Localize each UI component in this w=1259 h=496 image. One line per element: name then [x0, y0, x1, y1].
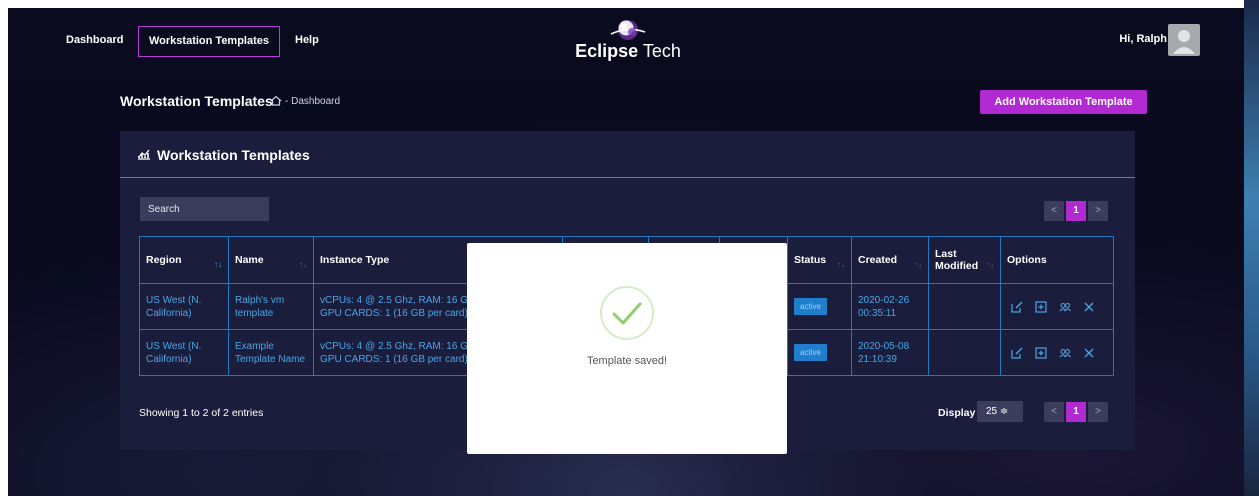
logo-text-rest: Tech — [638, 41, 681, 61]
sort-icon: ↑↓ — [837, 260, 845, 269]
sort-icon: ↑↓ — [914, 260, 922, 269]
breadcrumb: - Dashboard — [270, 95, 340, 107]
created-date: 2020-02-26 — [858, 294, 910, 306]
users-icon[interactable] — [1059, 347, 1071, 359]
header-created[interactable]: Created ↑↓ — [851, 236, 929, 284]
created-time: 00:35:11 — [858, 307, 897, 319]
cell-created: 2020-02-26 00:35:11 — [851, 283, 929, 330]
header-last-modified[interactable]: Last Modified ↑↓ — [928, 236, 1001, 284]
status-badge: active — [794, 344, 827, 361]
header-status[interactable]: Status ↑↓ — [787, 236, 852, 284]
header-region[interactable]: Region ↑↓ — [139, 236, 229, 284]
display-select[interactable]: 25 ≑ — [977, 401, 1023, 422]
status-badge: active — [794, 298, 827, 315]
pagination-top: < 1 > — [1044, 201, 1108, 221]
created-time: 21:10:39 — [858, 353, 897, 365]
success-modal: Template saved! — [467, 243, 787, 454]
logo-text: Eclipse Tech — [563, 41, 693, 62]
cell-options — [1000, 283, 1114, 330]
cell-name[interactable]: Example Template Name — [228, 329, 314, 376]
cell-last-modified — [928, 329, 1001, 376]
pagination-bottom: < 1 > — [1044, 402, 1108, 422]
nav-dashboard[interactable]: Dashboard — [56, 26, 133, 57]
add-workstation-template-button[interactable]: Add Workstation Template — [980, 90, 1147, 114]
prev-page-button[interactable]: < — [1044, 402, 1064, 422]
page-1-button[interactable]: 1 — [1066, 201, 1086, 221]
window-edge-left — [0, 0, 8, 496]
header-region-label: Region — [146, 254, 182, 266]
next-page-button[interactable]: > — [1088, 201, 1108, 221]
cell-region: US West (N. California) — [139, 283, 229, 330]
close-icon[interactable] — [1083, 347, 1095, 359]
header-created-label: Created — [858, 254, 898, 266]
modal-message: Template saved! — [586, 355, 668, 367]
sort-icon: ↑↓ — [299, 260, 307, 269]
header-name-label: Name — [235, 254, 264, 266]
search-input[interactable] — [140, 197, 269, 221]
edit-icon[interactable] — [1011, 301, 1023, 313]
cell-created: 2020-05-08 21:10:39 — [851, 329, 929, 376]
sort-icon: ↑↓ — [214, 260, 222, 269]
page-title: Workstation Templates — [120, 93, 273, 109]
home-icon[interactable] — [270, 95, 282, 106]
cell-options — [1000, 329, 1114, 376]
checkmark-icon — [600, 286, 654, 340]
cell-last-modified — [928, 283, 1001, 330]
breadcrumb-dashboard[interactable]: - Dashboard — [285, 96, 340, 107]
add-icon[interactable] — [1035, 346, 1047, 359]
nav-workstation-templates[interactable]: Workstation Templates — [138, 26, 281, 57]
eclipse-logo[interactable]: Eclipse Tech — [563, 17, 693, 69]
edit-icon[interactable] — [1011, 347, 1023, 359]
header-options: Options — [1000, 236, 1114, 284]
users-icon[interactable] — [1059, 301, 1071, 313]
nav-help[interactable]: Help — [285, 26, 329, 57]
header-name[interactable]: Name ↑↓ — [228, 236, 314, 284]
next-page-button[interactable]: > — [1088, 402, 1108, 422]
user-greeting[interactable]: Hi, Ralph — [1119, 33, 1167, 45]
page-1-button[interactable]: 1 — [1066, 402, 1086, 422]
cell-region: US West (N. California) — [139, 329, 229, 376]
entries-info: Showing 1 to 2 of 2 entries — [139, 407, 264, 419]
header-last-modified-label: Last Modified — [935, 248, 979, 272]
chart-icon — [138, 149, 150, 160]
desktop-edge-right — [1244, 0, 1259, 496]
header-status-label: Status — [794, 254, 827, 266]
header-options-label: Options — [1007, 254, 1047, 266]
created-date: 2020-05-08 — [858, 340, 910, 352]
window-edge-top — [0, 0, 1259, 8]
add-icon[interactable] — [1035, 300, 1047, 313]
card-title: Workstation Templates — [157, 147, 310, 163]
card-header: Workstation Templates — [120, 131, 1135, 178]
cell-status: active — [787, 329, 852, 376]
sort-icon: ↑↓ — [986, 260, 994, 269]
logo-text-bold: Eclipse — [575, 41, 639, 61]
cell-name[interactable]: Ralph's vm template — [228, 283, 314, 330]
close-icon[interactable] — [1083, 301, 1095, 313]
avatar-icon[interactable] — [1168, 24, 1200, 56]
prev-page-button[interactable]: < — [1044, 201, 1064, 221]
header-instance-label: Instance Type — [320, 254, 390, 266]
eclipse-logo-icon — [610, 20, 646, 40]
display-label: Display — [938, 407, 976, 419]
cell-status: active — [787, 283, 852, 330]
